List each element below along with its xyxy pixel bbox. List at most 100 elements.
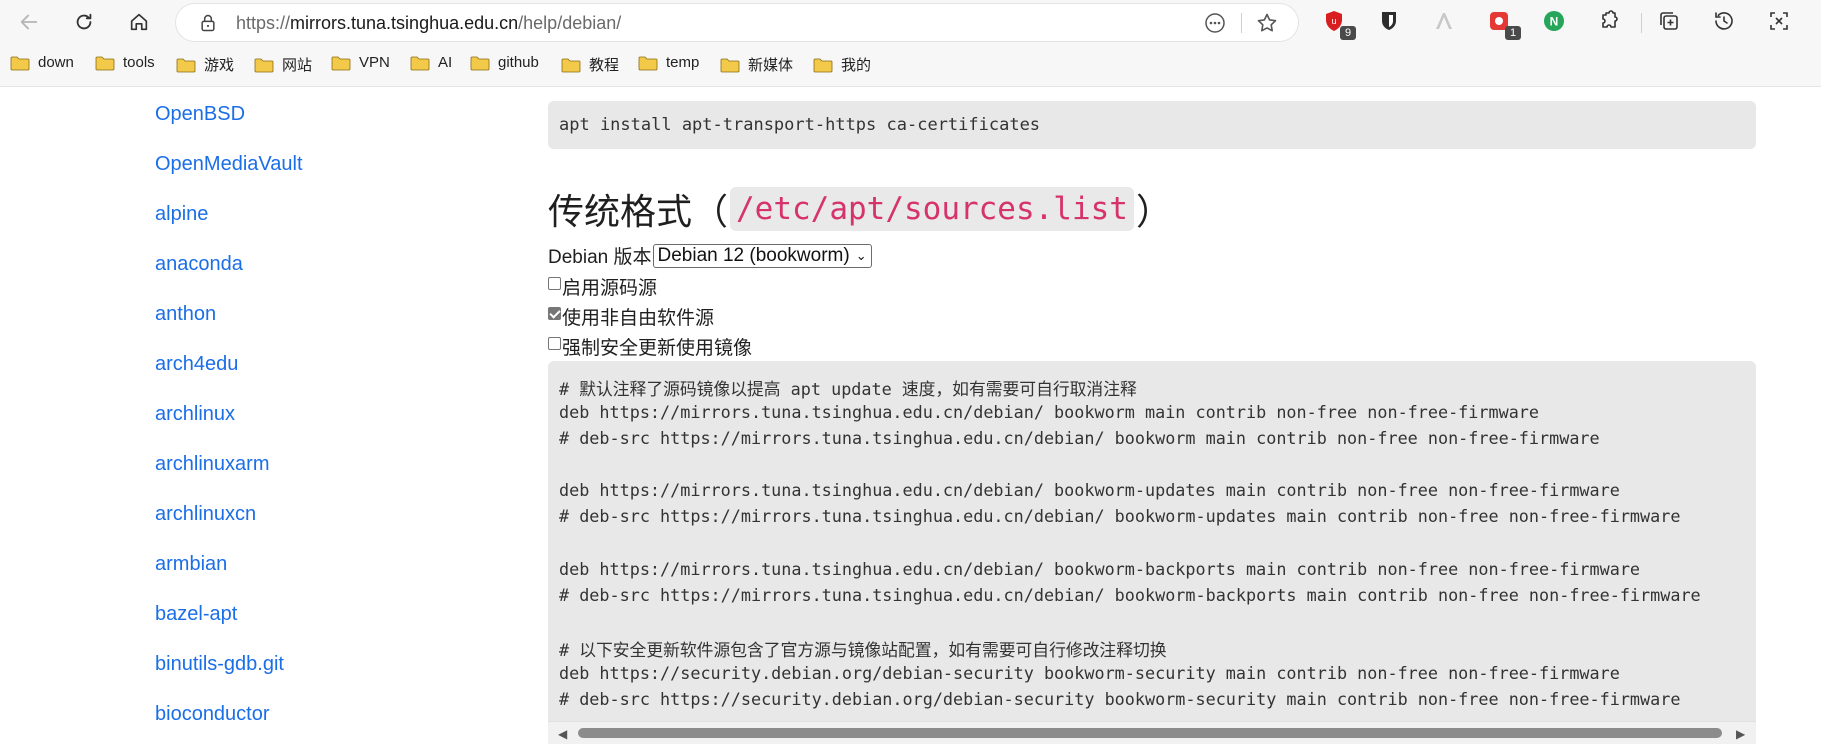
non-free-label: 使用非自由软件源 (562, 308, 715, 329)
bookmark-folder[interactable]: github (470, 54, 539, 71)
arrow-left-icon (20, 14, 38, 30)
folder-icon (638, 55, 658, 71)
back-button[interactable] (13, 6, 45, 38)
folder-icon (10, 55, 30, 71)
address-separator (1241, 13, 1242, 33)
version-select[interactable]: Debian 12 (bookworm) ⌄ (652, 243, 872, 268)
option-security-mirror[interactable]: 强制安全更新使用镜像 (548, 333, 752, 360)
browser-toolbar: https://mirrors.tuna.tsinghua.edu.cn/hel… (0, 0, 1821, 44)
url-text[interactable]: https://mirrors.tuna.tsinghua.edu.cn/hel… (236, 13, 621, 34)
sidebar-item-anaconda[interactable]: anaconda (155, 253, 243, 276)
bookmark-folder[interactable]: tools (95, 54, 155, 71)
bookmark-folder[interactable]: 新媒体 (720, 54, 793, 75)
code-line: # deb-src https://security.debian.org/de… (559, 689, 1681, 709)
url-path: /help/debian/ (518, 13, 622, 33)
code-line: # deb-src https://mirrors.tuna.tsinghua.… (559, 585, 1701, 605)
folder-icon (254, 57, 274, 73)
history-icon[interactable] (1712, 9, 1738, 35)
sources-list-code-block[interactable]: # 默认注释了源码镜像以提高 apt update 速度，如有需要可自行取消注释… (548, 361, 1756, 742)
folder-icon (561, 57, 581, 73)
sidebar-item-alpine[interactable]: alpine (155, 203, 208, 226)
heading-prefix: 传统格式（ (548, 191, 729, 232)
lock-icon[interactable] (198, 13, 218, 33)
url-scheme: https:// (236, 13, 291, 33)
bitwarden-icon[interactable] (1377, 9, 1403, 35)
version-label: Debian 版本 (548, 247, 652, 268)
collections-icon[interactable] (1657, 9, 1683, 35)
sidebar-item-archlinuxcn[interactable]: archlinuxcn (155, 503, 256, 526)
sidebar-item-arch4edu[interactable]: arch4edu (155, 353, 238, 376)
folder-icon (813, 57, 833, 73)
extension-red-badge: 1 (1505, 26, 1521, 40)
sidebar-item-archlinuxarm[interactable]: archlinuxarm (155, 453, 269, 476)
extensions-puzzle-icon[interactable] (1597, 9, 1623, 35)
heading-suffix: ） (1135, 191, 1172, 232)
sidebar-item-anthon[interactable]: anthon (155, 303, 216, 326)
sidebar-item-openmediavault[interactable]: OpenMediaVault (155, 153, 303, 176)
bookmarks-bar: down tools 游戏 网站 VPN AI github 教程 temp 新… (0, 44, 1821, 87)
security-mirror-label: 强制安全更新使用镜像 (562, 338, 753, 359)
bookmark-folder[interactable]: 游戏 (176, 54, 234, 75)
scrollbar-thumb[interactable] (578, 728, 1722, 738)
code-line: deb https://mirrors.tuna.tsinghua.edu.cn… (559, 402, 1540, 422)
folder-icon (176, 57, 196, 73)
sidebar-item-binutils-gdb[interactable]: binutils-gdb.git (155, 653, 284, 676)
code-line: # 默认注释了源码镜像以提高 apt update 速度，如有需要可自行取消注释 (559, 379, 1137, 399)
bookmark-folder[interactable]: 网站 (254, 54, 312, 75)
sidebar-item-archlinux[interactable]: archlinux (155, 403, 235, 426)
ublock-badge: 9 (1340, 26, 1356, 40)
bookmark-folder[interactable]: temp (638, 54, 699, 71)
source-code-checkbox[interactable] (548, 277, 561, 290)
page-section-heading: 传统格式（ /etc/apt/sources.list ） (548, 183, 1172, 235)
folder-icon (331, 55, 351, 71)
folder-icon (470, 55, 490, 71)
url-host: mirrors.tuna.tsinghua.edu.cn (290, 13, 519, 33)
nuxt-devtools-icon[interactable]: N (1542, 9, 1568, 35)
screenshot-icon[interactable] (1767, 9, 1793, 35)
address-bar[interactable]: https://mirrors.tuna.tsinghua.edu.cn/hel… (176, 4, 1298, 41)
more-dots-icon[interactable] (1203, 11, 1227, 35)
security-mirror-checkbox[interactable] (548, 337, 561, 350)
code-line: deb https://mirrors.tuna.tsinghua.edu.cn… (559, 480, 1620, 500)
svg-text:N: N (1550, 15, 1559, 29)
toolbar-separator (1641, 13, 1642, 33)
ublock-icon[interactable]: u 9 (1322, 9, 1356, 40)
code-line: # 以下安全更新软件源包含了官方源与镜像站配置，如有需要可自行修改注释切换 (559, 640, 1167, 660)
svg-text:u: u (1331, 16, 1336, 26)
bookmark-folder[interactable]: AI (410, 54, 452, 71)
chevron-down-icon: ⌄ (855, 247, 867, 263)
extension-a-icon[interactable] (1432, 9, 1458, 35)
folder-icon (720, 57, 740, 73)
option-source-code[interactable]: 启用源码源 (548, 273, 657, 300)
code-line: deb https://security.debian.org/debian-s… (559, 663, 1620, 683)
version-selected-value: Debian 12 (bookworm) (657, 244, 850, 266)
code-horizontal-scrollbar[interactable]: ◀ ▶ (548, 721, 1756, 744)
folder-icon (95, 55, 115, 71)
scroll-right-icon[interactable]: ▶ (1736, 727, 1745, 741)
code-line: # deb-src https://mirrors.tuna.tsinghua.… (559, 428, 1600, 448)
install-command-block: apt install apt-transport-https ca-certi… (548, 101, 1756, 149)
non-free-checkbox[interactable] (548, 307, 561, 320)
extension-red-icon[interactable]: 1 (1487, 9, 1521, 40)
version-selector-row: Debian 版本 Debian 12 (bookworm) ⌄ (548, 242, 872, 269)
code-line: deb https://mirrors.tuna.tsinghua.edu.cn… (559, 559, 1641, 579)
option-non-free[interactable]: 使用非自由软件源 (548, 303, 714, 330)
bookmark-folder[interactable]: down (10, 54, 74, 71)
reload-button[interactable] (68, 6, 100, 38)
home-button[interactable] (123, 6, 155, 38)
bookmark-folder[interactable]: VPN (331, 54, 390, 71)
bookmark-folder[interactable]: 教程 (561, 54, 619, 75)
install-command-text: apt install apt-transport-https ca-certi… (559, 115, 1041, 135)
sidebar-item-armbian[interactable]: armbian (155, 553, 227, 576)
sidebar-item-openbsd[interactable]: OpenBSD (155, 103, 245, 126)
sidebar-item-bazel-apt[interactable]: bazel-apt (155, 603, 237, 626)
source-code-label: 启用源码源 (562, 278, 658, 299)
star-icon[interactable] (1255, 11, 1279, 35)
bookmark-folder[interactable]: 我的 (813, 54, 871, 75)
home-icon (130, 13, 148, 31)
folder-icon (410, 55, 430, 71)
reload-icon (76, 13, 92, 30)
code-line: # deb-src https://mirrors.tuna.tsinghua.… (559, 506, 1681, 526)
scroll-left-icon[interactable]: ◀ (558, 727, 567, 741)
sidebar-item-bioconductor[interactable]: bioconductor (155, 703, 270, 726)
